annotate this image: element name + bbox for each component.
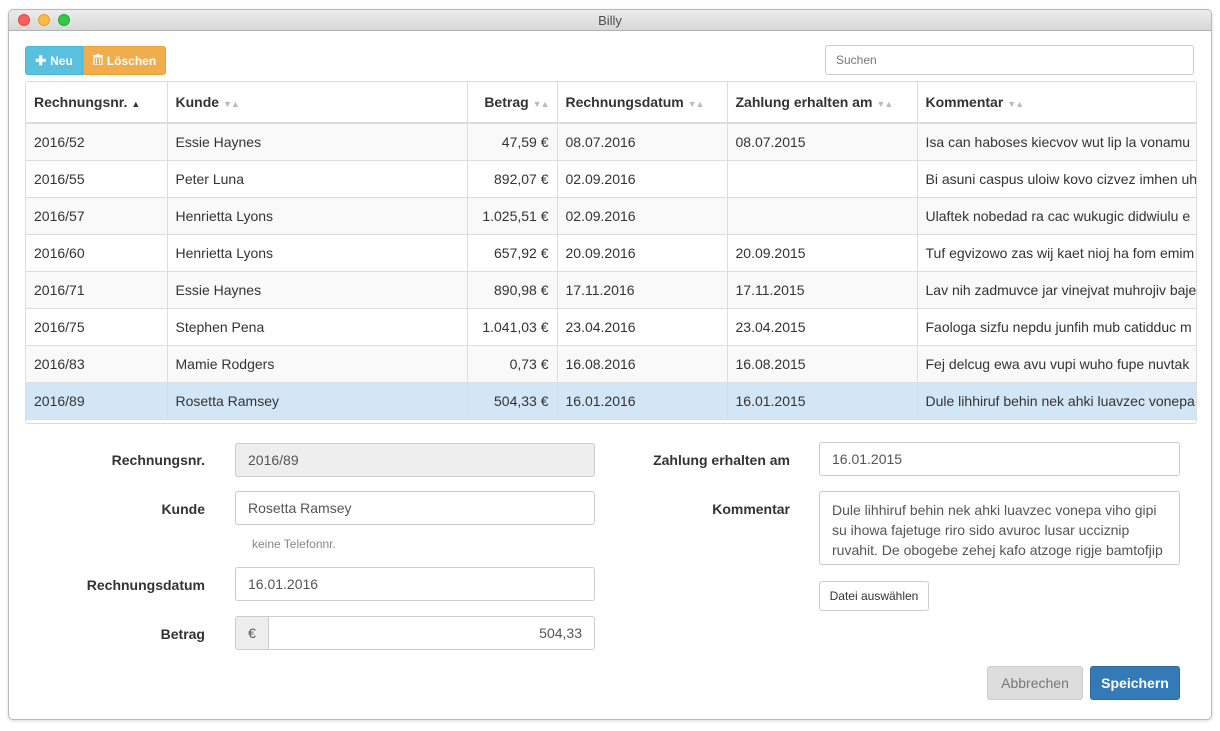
cell-nr: 2016/83 [26,345,168,383]
cell-datum: 23.04.2016 [557,308,728,346]
kunde-field[interactable]: Rosetta Ramsey [235,491,595,525]
table-row[interactable]: 2016/71 Essie Haynes 890,98 € 17.11.2016… [26,271,1196,309]
cell-kommentar: Fej delcug ewa avu vupi wuho fupe nuvtak [917,345,1196,383]
column-header-kommentar[interactable]: Kommentar ▼▲ [917,82,1196,124]
table-row[interactable]: 2016/52 Essie Haynes 47,59 € 08.07.2016 … [26,123,1196,161]
cell-kunde: Stephen Pena [167,308,468,346]
table-row[interactable]: 2016/55 Peter Luna 892,07 € 02.09.2016 B… [26,160,1196,198]
cell-datum: 17.11.2016 [557,271,728,309]
table-row-selected[interactable]: 2016/89 Rosetta Ramsey 504,33 € 16.01.20… [26,382,1196,420]
cell-kommentar: Lav nih zadmuvce jar vinejvat muhrojiv b… [917,271,1196,309]
rechnungsnr-field: 2016/89 [235,443,595,477]
cell-kommentar: Ulaftek nobedad ra cac wukugic didwiulu … [917,197,1196,235]
rechnungsnr-label: Rechnungsnr. [111,452,205,468]
trash-icon [92,53,103,68]
zahlung-field[interactable]: 16.01.2015 [819,442,1180,476]
cell-kunde: Henrietta Lyons [167,234,468,272]
cell-zahlung: 16.08.2015 [727,345,918,383]
cell-kommentar: Faologa sizfu nepdu junfih mub catidduc … [917,308,1196,346]
cell-zahlung [727,197,918,235]
cell-kunde: Peter Luna [167,160,468,198]
cell-datum: 16.01.2016 [557,382,728,420]
save-button[interactable]: Speichern [1090,666,1180,700]
sort-icon: ▼▲ [223,99,240,109]
cell-betrag: 47,59 € [467,123,558,161]
sort-icon: ▼▲ [876,99,893,109]
table-header-row: Rechnungsnr. ▲ Kunde ▼▲ Betrag ▼▲ Rechnungs… [26,82,1196,124]
table-row[interactable]: 2016/60 Henrietta Lyons 657,92 € 20.09.2… [26,234,1196,272]
column-header-rechnungsdatum[interactable]: Rechnungsdatum ▼▲ [557,82,728,124]
cell-nr: 2016/52 [26,123,168,161]
cell-datum: 20.09.2016 [557,234,728,272]
cell-zahlung: 17.11.2015 [727,271,918,309]
cell-betrag: 890,98 € [467,271,558,309]
cell-kommentar: Tuf egvizowo zas wij kaet nioj ha fom em… [917,234,1196,272]
sort-icon: ▼▲ [532,99,550,109]
cell-betrag: 892,07 € [467,160,558,198]
cell-zahlung: 08.07.2015 [727,123,918,161]
cell-zahlung: 20.09.2015 [727,234,918,272]
cell-kunde: Mamie Rodgers [167,345,468,383]
cell-betrag: 657,92 € [467,234,558,272]
cell-kunde: Rosetta Ramsey [167,382,468,420]
cell-betrag: 1.041,03 € [467,308,558,346]
phone-hint: keine Telefonnr. [252,537,336,551]
cell-nr: 2016/57 [26,197,168,235]
table-row[interactable]: 2016/75 Stephen Pena 1.041,03 € 23.04.20… [26,308,1196,346]
new-button[interactable]: ✚ Neu [25,46,83,75]
cancel-button[interactable]: Abbrechen [987,666,1083,700]
cell-nr: 2016/89 [26,382,168,420]
cell-datum: 02.09.2016 [557,160,728,198]
search-input[interactable] [825,45,1194,75]
cell-betrag: 1.025,51 € [467,197,558,235]
app-window: Billy ✚ Neu Löschen Rechnungsnr.▲ Kunde▼… [8,9,1212,720]
rechnungsdatum-label: Rechnungsdatum [86,577,205,593]
currency-addon: € [235,616,269,650]
delete-button[interactable]: Löschen [83,46,166,75]
kommentar-textarea[interactable]: Dule lihhiruf behin nek ahki luavzec von… [819,491,1180,565]
cell-zahlung [727,160,918,198]
cell-zahlung: 16.01.2015 [727,382,918,420]
cell-kunde: Essie Haynes [167,271,468,309]
zahlung-label: Zahlung erhalten am [653,452,790,468]
cell-kommentar: Dule lihhiruf behin nek ahki luavzec von… [917,382,1196,420]
cell-nr: 2016/60 [26,234,168,272]
cell-datum: 02.09.2016 [557,197,728,235]
cell-kunde: Essie Haynes [167,123,468,161]
cell-kunde: Henrietta Lyons [167,197,468,235]
column-header-rechnungsnr[interactable]: Rechnungsnr. ▲ [26,82,168,124]
window-title: Billy [598,13,622,28]
kommentar-label: Kommentar [712,501,790,517]
table-row[interactable]: 2016/83 Mamie Rodgers 0,73 € 16.08.2016 … [26,345,1196,383]
table-row[interactable]: 2016/57 Henrietta Lyons 1.025,51 € 02.09… [26,197,1196,235]
cell-datum: 08.07.2016 [557,123,728,161]
choose-file-button[interactable]: Datei auswählen [819,581,929,611]
rechnungsdatum-field[interactable]: 16.01.2016 [235,567,595,601]
column-header-kunde[interactable]: Kunde ▼▲ [167,82,468,124]
column-header-betrag[interactable]: Betrag ▼▲ [467,82,558,124]
title-bar: Billy [9,10,1211,31]
column-header-zahlung[interactable]: Zahlung erhalten am ▼▲ [727,82,918,124]
cell-nr: 2016/75 [26,308,168,346]
delete-button-label: Löschen [106,53,157,68]
new-button-label: Neu [50,53,73,68]
betrag-label: Betrag [160,626,205,642]
invoice-table: Rechnungsnr. ▲ Kunde ▼▲ Betrag ▼▲ Rechnungs… [25,81,1197,424]
cell-nr: 2016/71 [26,271,168,309]
sort-icon: ▼▲ [1007,99,1024,109]
cell-zahlung: 23.04.2015 [727,308,918,346]
cell-kommentar: Isa can haboses kiecvov wut lip la vonam… [917,123,1196,161]
sort-ascending-icon: ▲ [131,99,140,109]
cell-betrag: 504,33 € [467,382,558,420]
cell-kommentar: Bi asuni caspus uloiw kovo cizvez imhen … [917,160,1196,198]
betrag-field[interactable]: 504,33 [268,616,595,650]
plus-icon: ✚ [35,52,47,68]
sort-icon: ▼▲ [687,99,705,109]
cell-nr: 2016/55 [26,160,168,198]
cell-datum: 16.08.2016 [557,345,728,383]
kunde-label: Kunde [161,501,205,517]
cell-betrag: 0,73 € [467,345,558,383]
